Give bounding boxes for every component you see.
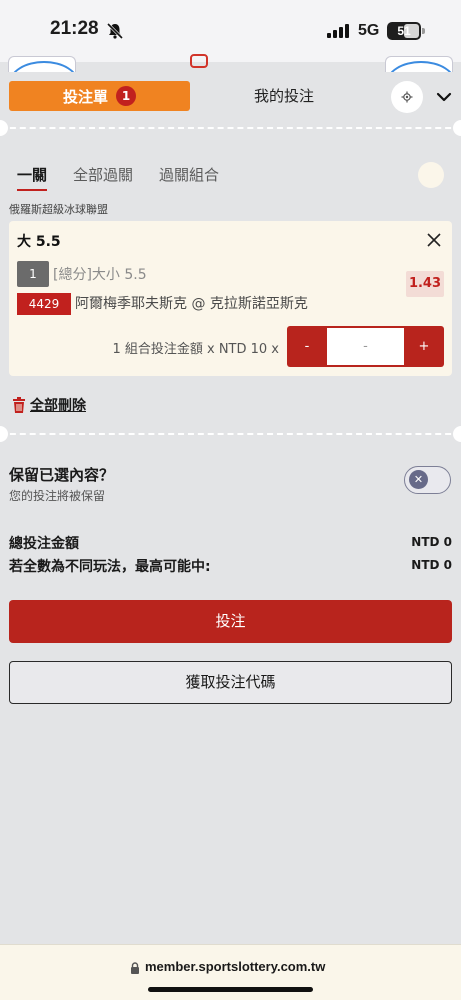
status-time: 21:28 [50,18,99,39]
gear-icon [401,91,413,103]
match-code-badge: 4429 [17,293,71,315]
bet-selection-title: 大 5.5 [17,234,61,250]
odds-value: 1.43 [406,271,444,297]
stake-stepper: - - + [287,326,444,367]
chevron-down-icon[interactable] [433,86,455,108]
divider [0,433,461,435]
tab-my-bets[interactable]: 我的投注 [190,81,378,111]
keep-selection-subtitle: 您的投注將被保留 [9,489,106,503]
bet-count-badge: 1 [116,86,136,106]
subtab-parlay-combo[interactable]: 過關組合 [159,164,219,185]
keep-selection-title: 保留已選內容？ [9,466,115,484]
keep-selection-toggle[interactable]: ✕ [404,466,451,494]
url-text: member.sportslottery.com.tw [145,959,326,974]
max-win-value: NTD 0 [411,558,452,572]
status-bar: 21:28 5G 51 [0,0,461,62]
settings-button[interactable] [391,81,423,113]
tab-bet-slip[interactable]: 投注單 1 [9,81,190,111]
subtab-all-parlay[interactable]: 全部過關 [73,164,133,185]
tab-bet-slip-label: 投注單 [62,87,108,106]
lock-icon [131,962,139,974]
toggle-off-icon: ✕ [409,470,428,489]
leg-number-badge: 1 [17,261,49,287]
stake-input[interactable]: - [327,328,404,365]
market-label: [總分]大小 5.5 [53,267,147,283]
get-bet-code-button[interactable]: 獲取投注代碼 [9,661,452,704]
trash-icon [13,397,25,413]
close-icon[interactable] [426,232,442,248]
notch-right [453,426,461,442]
home-indicator[interactable] [148,987,313,992]
match-name: 阿爾梅季耶夫斯克 @ 克拉斯諾亞斯克 [75,296,308,312]
place-bet-button[interactable]: 投注 [9,600,452,643]
background-logo-icon [190,54,208,68]
bell-muted-icon [106,22,124,40]
battery-level: 51 [397,24,411,38]
delete-all-label: 全部刪除 [30,398,86,414]
network-label: 5G [358,22,380,39]
signal-icon [327,24,349,38]
notch-left [0,120,8,136]
bet-slip-sheet: 投注單 1 我的投注 一關 全部過關 過關組合 俄羅斯超級冰球聯盟 大 5.5 … [0,72,461,944]
delete-all-button[interactable]: 全部刪除 [12,395,86,415]
stake-decrease-button[interactable]: - [287,326,327,367]
subtab-active-underline [17,189,47,191]
battery-icon: 51 [387,22,425,40]
max-win-label: 若全數為不同玩法，最高可能中: [9,559,211,575]
bet-card: 大 5.5 1 [總分]大小 5.5 1.43 4429 阿爾梅季耶夫斯克 @ … [9,221,452,376]
subtab-single[interactable]: 一關 [17,164,47,185]
total-stake-value: NTD 0 [411,535,452,549]
notch-left [0,426,8,442]
round-toggle-button[interactable] [418,162,444,188]
total-stake-label: 總投注金額 [9,536,79,552]
stake-label: 1 組合投注金額 x NTD 10 x [112,342,279,357]
league-name: 俄羅斯超級冰球聯盟 [9,203,108,216]
notch-right [453,120,461,136]
stake-increase-button[interactable]: + [404,326,444,367]
divider [0,127,461,129]
browser-url-bar[interactable]: member.sportslottery.com.tw [0,944,461,1000]
